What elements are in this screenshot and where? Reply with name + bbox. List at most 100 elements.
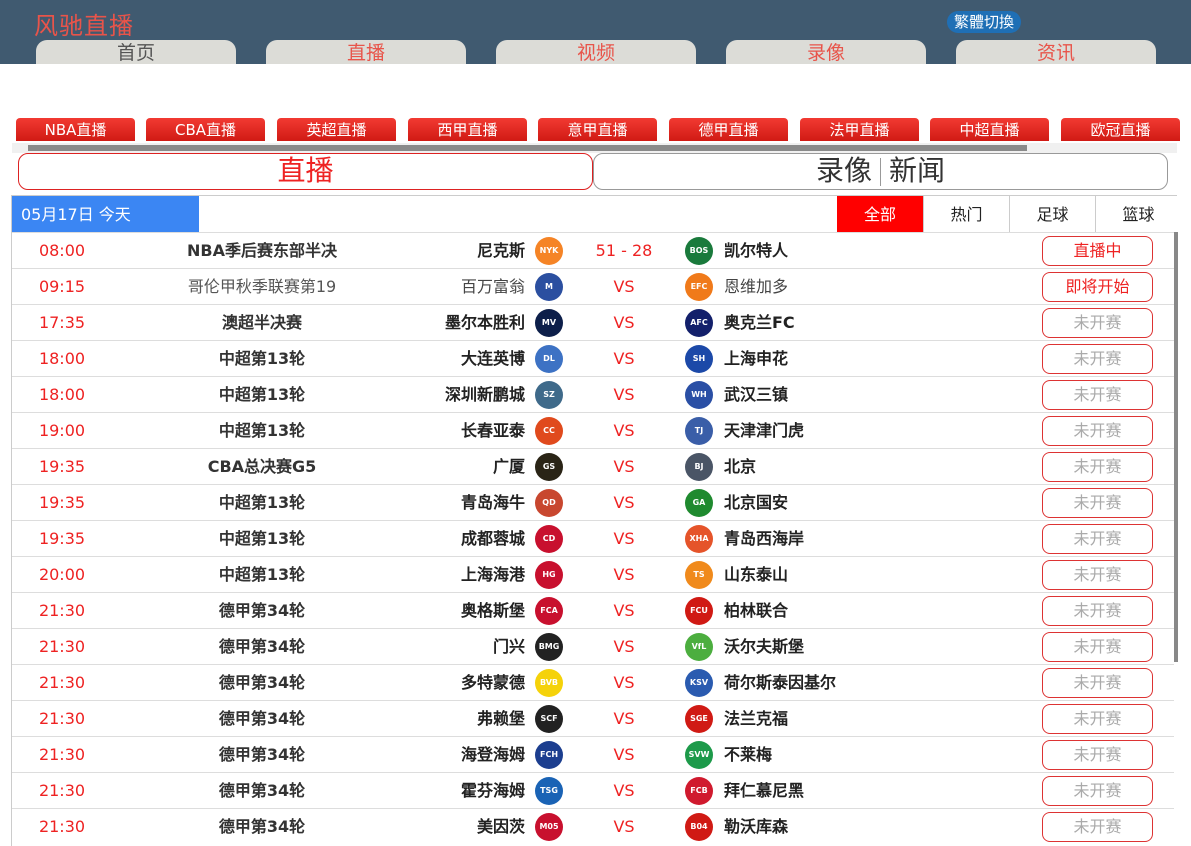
- match-status-button[interactable]: 未开赛: [1042, 524, 1153, 554]
- nav-news[interactable]: 资讯: [956, 40, 1156, 64]
- match-status-button[interactable]: 未开赛: [1042, 488, 1153, 518]
- away-team-name: 恩维加多: [724, 277, 789, 296]
- match-time: 21:30: [38, 745, 86, 764]
- match-status-button[interactable]: 即将开始: [1042, 272, 1153, 302]
- match-status-button[interactable]: 未开赛: [1042, 452, 1153, 482]
- away-team-name: 拜仁慕尼黑: [724, 781, 805, 800]
- away-team-logo-icon: EFC: [685, 273, 713, 301]
- scrollbar-thumb[interactable]: [28, 145, 1027, 151]
- match-row[interactable]: 18:00 中超第13轮 大连英博 DL VS SH 上海申花 未开赛: [12, 340, 1174, 376]
- away-team-name: 奥克兰FC: [724, 313, 795, 332]
- sport-epl-button[interactable]: 英超直播: [277, 118, 396, 141]
- sport-ucl-button[interactable]: 欧冠直播: [1061, 118, 1180, 141]
- match-row[interactable]: 19:35 中超第13轮 成都蓉城 CD VS XHA 青岛西海岸 未开赛: [12, 520, 1174, 556]
- match-row[interactable]: 20:00 中超第13轮 上海海港 HG VS TS 山东泰山 未开赛: [12, 556, 1174, 592]
- match-status-button[interactable]: 未开赛: [1042, 416, 1153, 446]
- match-time: 18:00: [38, 385, 86, 404]
- filter-hot[interactable]: 热门: [923, 196, 1009, 232]
- match-row[interactable]: 21:30 德甲第34轮 奥格斯堡 FCA VS FCU 柏林联合 未开赛: [12, 592, 1174, 628]
- match-row[interactable]: 21:30 德甲第34轮 海登海姆 FCH VS SVW 不莱梅 未开赛: [12, 736, 1174, 772]
- nav-video[interactable]: 视频: [496, 40, 696, 64]
- match-status-button[interactable]: 未开赛: [1042, 596, 1153, 626]
- filter-all[interactable]: 全部: [837, 196, 923, 232]
- filter-basketball[interactable]: 篮球: [1095, 196, 1181, 232]
- match-row[interactable]: 21:30 德甲第34轮 门兴 BMG VS VfL 沃尔夫斯堡 未开赛: [12, 628, 1174, 664]
- sport-seriea-button[interactable]: 意甲直播: [538, 118, 657, 141]
- away-team-logo-icon: TS: [685, 561, 713, 589]
- match-status-button[interactable]: 直播中: [1042, 236, 1153, 266]
- filter-football[interactable]: 足球: [1009, 196, 1095, 232]
- match-status-button[interactable]: 未开赛: [1042, 668, 1153, 698]
- nav-live[interactable]: 直播: [266, 40, 466, 64]
- tab-replay[interactable]: 录像: [816, 154, 872, 187]
- match-row[interactable]: 19:00 中超第13轮 长春亚泰 CC VS TJ 天津津门虎 未开赛: [12, 412, 1174, 448]
- home-team-name: 美因茨: [476, 817, 525, 836]
- match-status-button[interactable]: 未开赛: [1042, 380, 1153, 410]
- sport-bundesliga-button[interactable]: 德甲直播: [669, 118, 788, 141]
- match-score: VS: [613, 817, 635, 836]
- away-team-name: 法兰克福: [724, 709, 789, 728]
- home-team-name: 门兴: [492, 637, 525, 656]
- match-score: VS: [613, 529, 635, 548]
- home-team-name: 尼克斯: [476, 241, 525, 260]
- match-row[interactable]: 21:30 德甲第34轮 多特蒙德 BVB VS KSV 荷尔斯泰因基尔 未开赛: [12, 664, 1174, 700]
- match-league: 中超第13轮: [218, 421, 306, 440]
- match-league: 德甲第34轮: [218, 637, 306, 656]
- sport-laliga-button[interactable]: 西甲直播: [408, 118, 527, 141]
- match-status-button[interactable]: 未开赛: [1042, 776, 1153, 806]
- away-team-name: 沃尔夫斯堡: [724, 637, 805, 656]
- away-team-logo-icon: FCU: [685, 597, 713, 625]
- match-league: 中超第13轮: [218, 349, 306, 368]
- sport-cba-button[interactable]: CBA直播: [146, 118, 265, 141]
- away-team-logo-icon: GA: [685, 489, 713, 517]
- match-time: 08:00: [38, 241, 86, 260]
- match-row[interactable]: 17:35 澳超半决赛 墨尔本胜利 MV VS AFC 奥克兰FC 未开赛: [12, 304, 1174, 340]
- sport-csl-button[interactable]: 中超直播: [930, 118, 1049, 141]
- home-team-logo-icon: M05: [535, 813, 563, 841]
- match-status-button[interactable]: 未开赛: [1042, 740, 1153, 770]
- away-team-name: 北京国安: [724, 493, 789, 512]
- match-status-button[interactable]: 未开赛: [1042, 308, 1153, 338]
- tab-news[interactable]: 新闻: [889, 154, 945, 187]
- home-team-logo-icon: HG: [535, 561, 563, 589]
- match-status-button[interactable]: 未开赛: [1042, 812, 1153, 842]
- home-team-logo-icon: FCH: [535, 741, 563, 769]
- match-status-button[interactable]: 未开赛: [1042, 344, 1153, 374]
- home-team-name: 百万富翁: [460, 277, 525, 296]
- match-row[interactable]: 21:30 德甲第34轮 霍芬海姆 TSG VS FCB 拜仁慕尼黑 未开赛: [12, 772, 1174, 808]
- match-row[interactable]: 21:30 德甲第34轮 美因茨 M05 VS B04 勒沃库森 未开赛: [12, 808, 1174, 844]
- away-team-logo-icon: AFC: [685, 309, 713, 337]
- lang-switch-button[interactable]: 繁體切換: [947, 11, 1022, 33]
- match-status-button[interactable]: 未开赛: [1042, 560, 1153, 590]
- match-row[interactable]: 09:15 哥伦甲秋季联赛第19 百万富翁 M VS EFC 恩维加多 即将开始: [12, 268, 1174, 304]
- away-team-name: 武汉三镇: [724, 385, 789, 404]
- sport-nba-button[interactable]: NBA直播: [16, 118, 135, 141]
- nav-home[interactable]: 首页: [36, 40, 236, 64]
- away-team-name: 荷尔斯泰因基尔: [724, 673, 837, 692]
- match-time: 21:30: [38, 673, 86, 692]
- away-team-name: 天津津门虎: [724, 421, 805, 440]
- match-score: VS: [613, 277, 635, 296]
- vertical-scrollbar[interactable]: [1174, 232, 1178, 662]
- match-score: VS: [613, 673, 635, 692]
- match-score: VS: [613, 781, 635, 800]
- nav-replay[interactable]: 录像: [726, 40, 926, 64]
- horizontal-scrollbar[interactable]: [12, 143, 1177, 153]
- match-row[interactable]: 19:35 CBA总决赛G5 广厦 GS VS BJ 北京 未开赛: [12, 448, 1174, 484]
- match-row[interactable]: 18:00 中超第13轮 深圳新鹏城 SZ VS WH 武汉三镇 未开赛: [12, 376, 1174, 412]
- match-status-button[interactable]: 未开赛: [1042, 704, 1153, 734]
- home-team-logo-icon: QD: [535, 489, 563, 517]
- away-team-name: 凯尔特人: [724, 241, 789, 260]
- sport-ligue1-button[interactable]: 法甲直播: [800, 118, 919, 141]
- home-team-name: 成都蓉城: [460, 529, 525, 548]
- match-score: VS: [613, 421, 635, 440]
- match-status-button[interactable]: 未开赛: [1042, 632, 1153, 662]
- match-league: 哥伦甲秋季联赛第19: [187, 277, 337, 296]
- match-row[interactable]: 21:30 德甲第34轮 弗赖堡 SCF VS SGE 法兰克福 未开赛: [12, 700, 1174, 736]
- match-score: VS: [613, 601, 635, 620]
- home-team-name: 弗赖堡: [476, 709, 525, 728]
- tab-live[interactable]: 直播: [18, 153, 593, 190]
- match-row[interactable]: 19:35 中超第13轮 青岛海牛 QD VS GA 北京国安 未开赛: [12, 484, 1174, 520]
- match-row[interactable]: 08:00 NBA季后赛东部半决 尼克斯 NYK 51 - 28 BOS 凯尔特人 直播中: [12, 232, 1174, 268]
- site-logo[interactable]: 风驰直播: [34, 6, 134, 41]
